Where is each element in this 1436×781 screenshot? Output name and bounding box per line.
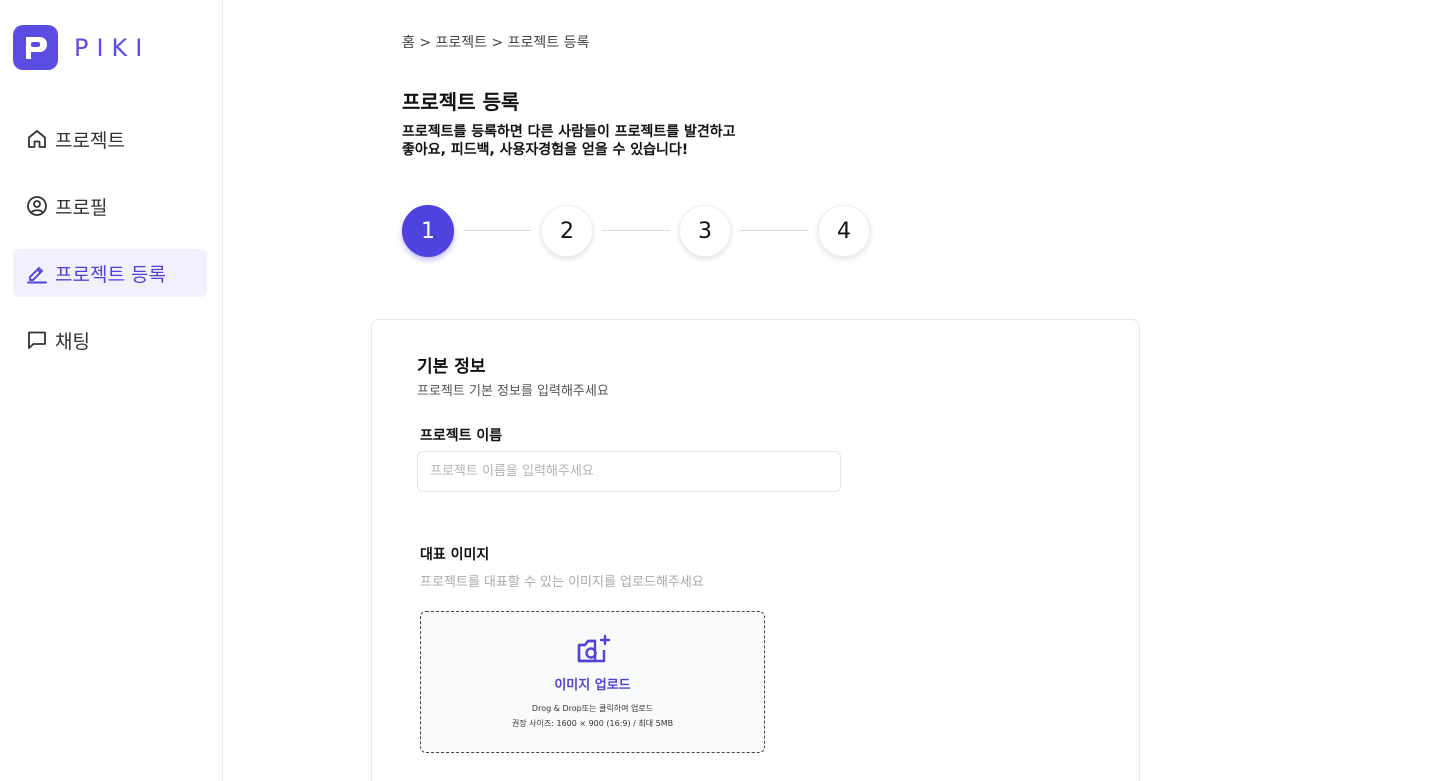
section-subtitle: 프로젝트 기본 정보를 입력해주세요 <box>417 384 609 399</box>
step-4[interactable]: 4 <box>818 205 870 257</box>
edit-icon <box>26 262 48 284</box>
sidebar-item-label: 채팅 <box>55 330 90 353</box>
upload-hint-line: 권장 사이즈: 1600 × 900 (16:9) / 최대 5MB <box>511 719 674 728</box>
page-description: 프로젝트를 등록하면 다른 사람들이 프로젝트를 발견하고 좋아요, 피드백, … <box>402 124 736 158</box>
app: PIKI 프로젝트 프로필 프로젝트 등록 채팅 홈 > 프로젝트 > 프로젝트… <box>0 0 1436 781</box>
image-upload-dropzone[interactable]: 이미지 업로드 Drog & Drop또는 클릭하여 업로드 권장 사이즈: 1… <box>420 611 765 753</box>
sidebar-item-register-project[interactable]: 프로젝트 등록 <box>13 249 207 297</box>
chat-icon <box>26 329 48 351</box>
brand[interactable]: PIKI <box>13 25 150 70</box>
section-title: 기본 정보 <box>417 357 486 377</box>
basic-info-card: 기본 정보 프로젝트 기본 정보를 입력해주세요 프로젝트 이름 대표 이미지 … <box>371 319 1140 781</box>
upload-hint-line: Drog & Drop또는 클릭하여 업로드 <box>531 704 654 713</box>
sidebar-item-projects[interactable]: 프로젝트 <box>13 115 207 163</box>
step-connector <box>602 230 670 231</box>
cover-image-label: 대표 이미지 <box>420 547 490 563</box>
sidebar: PIKI 프로젝트 프로필 프로젝트 등록 채팅 <box>0 0 223 781</box>
step-2[interactable]: 2 <box>541 205 593 257</box>
logo-icon <box>13 25 58 70</box>
sidebar-item-chat[interactable]: 채팅 <box>13 316 207 364</box>
brand-name: PIKI <box>74 33 151 62</box>
home-icon <box>26 128 48 150</box>
project-name-input[interactable] <box>417 451 841 492</box>
step-connector <box>463 230 531 231</box>
step-1[interactable]: 1 <box>402 205 454 257</box>
sidebar-item-profile[interactable]: 프로필 <box>13 182 207 230</box>
breadcrumb: 홈 > 프로젝트 > 프로젝트 등록 <box>402 35 590 51</box>
upload-title: 이미지 업로드 <box>554 678 631 693</box>
step-connector <box>740 230 808 231</box>
cover-image-help: 프로젝트를 대표할 수 있는 이미지를 업로드해주세요 <box>420 575 704 590</box>
project-name-label: 프로젝트 이름 <box>420 428 503 444</box>
sidebar-item-label: 프로젝트 <box>55 129 125 152</box>
step-3[interactable]: 3 <box>679 205 731 257</box>
user-circle-icon <box>26 195 48 217</box>
page-title: 프로젝트 등록 <box>402 90 520 114</box>
sidebar-nav: 프로젝트 프로필 프로젝트 등록 채팅 <box>13 115 207 383</box>
sidebar-item-label: 프로젝트 등록 <box>55 263 166 286</box>
camera-plus-icon <box>575 634 611 668</box>
sidebar-item-label: 프로필 <box>55 196 108 219</box>
upload-hint: Drog & Drop또는 클릭하여 업로드 권장 사이즈: 1600 × 90… <box>512 701 673 731</box>
